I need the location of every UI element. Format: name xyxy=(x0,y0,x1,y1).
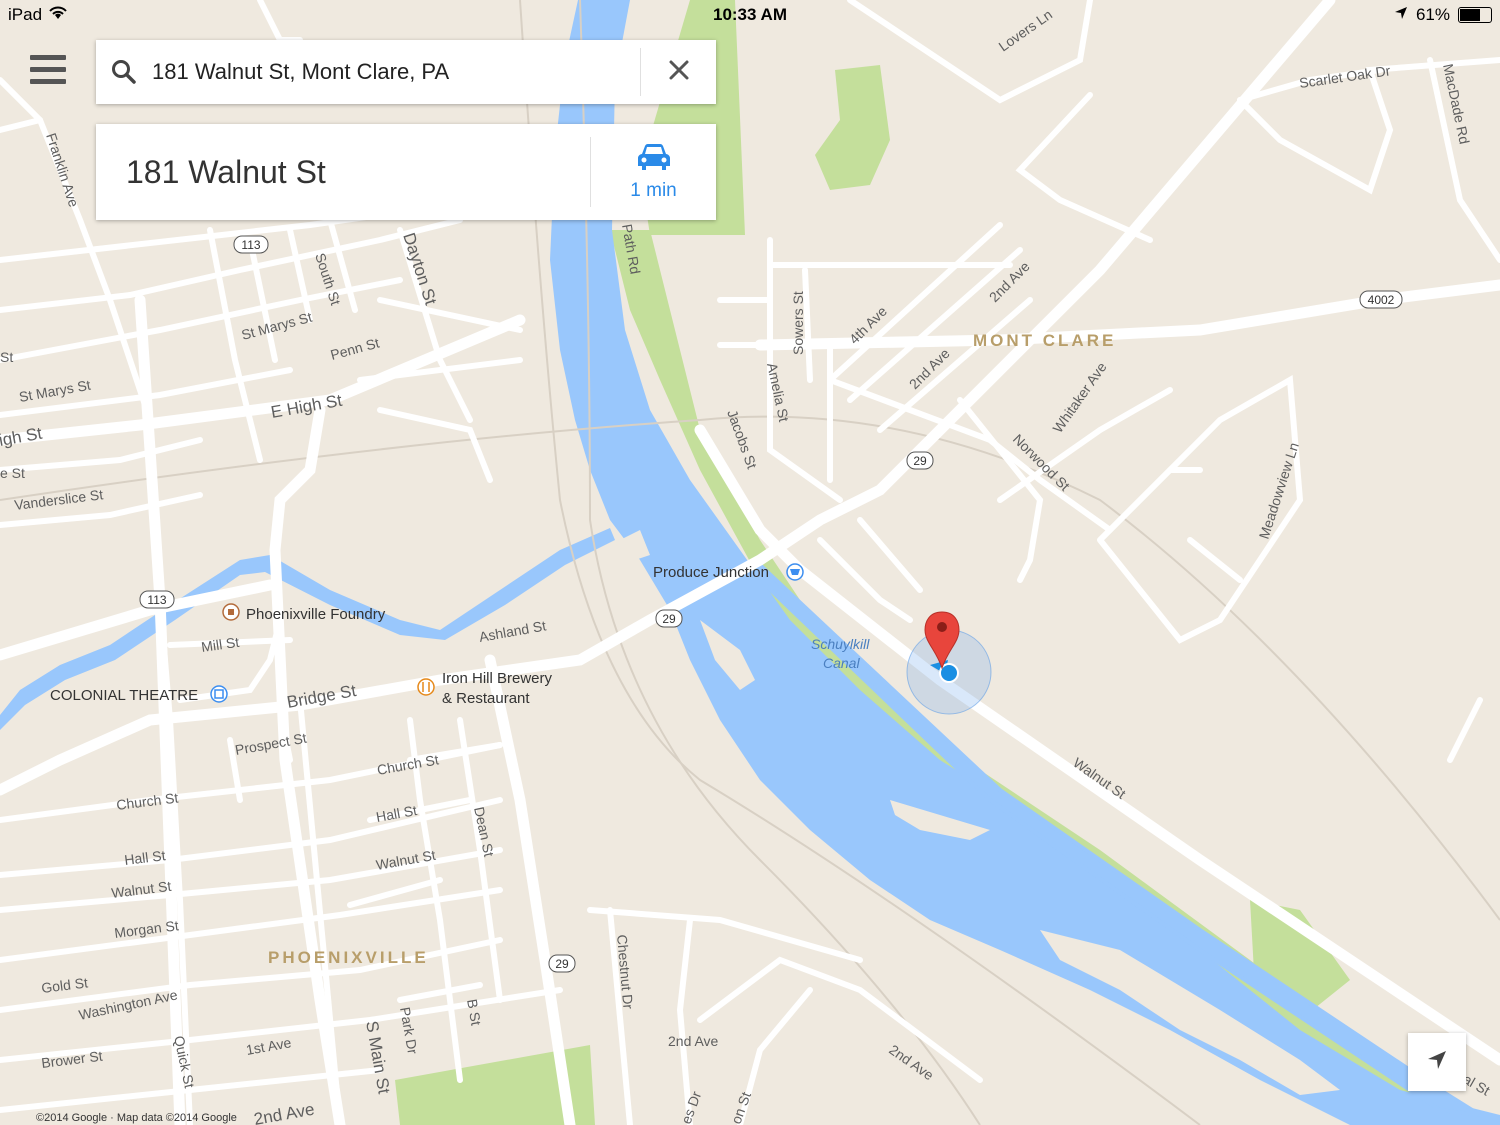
route-shield-29-south-label: 29 xyxy=(555,957,569,971)
poi-produce-junction-label: Produce Junction xyxy=(653,564,769,581)
navigation-arrow-icon xyxy=(1425,1048,1449,1077)
route-shield-4002: 4002 xyxy=(1359,290,1403,309)
route-shield-29-north-label: 29 xyxy=(913,454,927,468)
poi-phoenixville-foundry[interactable]: Phoenixville Foundry xyxy=(222,603,386,623)
area-label-mont-clare: MONT CLARE xyxy=(973,331,1116,350)
poi-iron-hill-label-1: Iron Hill Brewery xyxy=(442,670,553,687)
hamburger-line xyxy=(30,67,66,72)
street-label-sowers-st: Sowers St xyxy=(790,291,806,355)
map-copyright: ©2014 Google · Map data ©2014 Google xyxy=(36,1112,237,1124)
poi-iron-hill-label-2: & Restaurant xyxy=(442,690,530,707)
route-shield-29-north: 29 xyxy=(906,451,934,470)
menu-button[interactable] xyxy=(30,55,66,89)
location-services-icon xyxy=(1394,5,1408,25)
theatre-icon xyxy=(210,685,228,703)
battery-icon xyxy=(1458,7,1492,23)
search-icon xyxy=(96,59,152,85)
route-shield-29-bridge-label: 29 xyxy=(662,612,676,626)
route-shield-113-north-label: 113 xyxy=(241,238,260,252)
directions-button[interactable]: 1 min xyxy=(591,142,716,202)
hamburger-line xyxy=(30,55,66,60)
street-label-2nd-ave-1: 2nd Ave xyxy=(668,1033,719,1049)
route-shield-4002-label: 4002 xyxy=(1368,293,1395,307)
water-label-canal: Canal xyxy=(823,655,860,671)
street-label-st-fragment-2: e St xyxy=(0,465,25,481)
route-shield-113-south-label: 113 xyxy=(147,593,166,607)
status-bar: iPad 10:33 AM 61% xyxy=(0,0,1500,30)
hamburger-line xyxy=(30,79,66,84)
route-shield-29-south: 29 xyxy=(548,954,576,973)
my-location-button[interactable] xyxy=(1408,1033,1466,1091)
place-title: 181 Walnut St xyxy=(126,153,326,190)
poi-colonial-theatre-label: COLONIAL THEATRE xyxy=(50,687,198,704)
restaurant-icon xyxy=(417,678,435,696)
battery-percent: 61% xyxy=(1415,5,1450,24)
close-icon xyxy=(668,55,690,89)
route-shield-113-north: 113 xyxy=(233,235,269,254)
car-icon xyxy=(636,142,672,178)
street-label-st-fragment-1: St xyxy=(0,349,13,365)
landmark-icon-glyph xyxy=(228,609,234,615)
route-shield-113-south: 113 xyxy=(139,590,175,609)
place-card[interactable]: 181 Walnut St 1 min xyxy=(96,124,716,220)
status-time: 10:33 AM xyxy=(712,5,787,24)
area-label-phoenixville: PHOENIXVILLE xyxy=(268,948,429,967)
clear-search-button[interactable] xyxy=(641,40,716,104)
water-label-schuylkill: Schuylkill xyxy=(811,636,870,652)
route-shield-29-bridge: 29 xyxy=(655,609,683,628)
search-box[interactable]: 181 Walnut St, Mont Clare, PA xyxy=(96,40,716,104)
drive-time: 1 min xyxy=(630,180,677,201)
search-query[interactable]: 181 Walnut St, Mont Clare, PA xyxy=(152,59,640,85)
poi-phoenixville-foundry-label: Phoenixville Foundry xyxy=(246,606,386,623)
battery-fill xyxy=(1460,9,1480,21)
